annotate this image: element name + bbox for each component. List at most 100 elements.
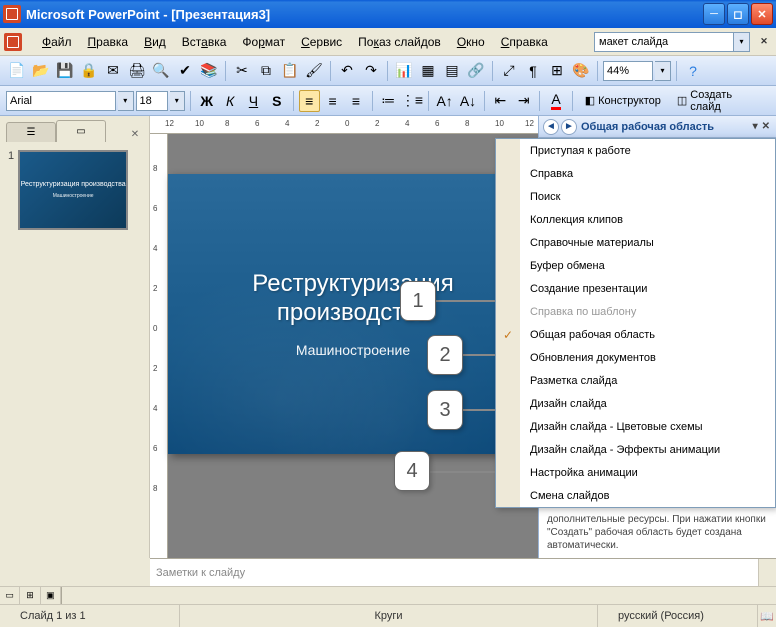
taskpane-menu-item[interactable]: ✓Общая рабочая область: [496, 323, 775, 346]
increase-indent-icon[interactable]: ⇥: [513, 90, 534, 112]
print-icon[interactable]: 🖨: [126, 60, 148, 82]
menu-правка[interactable]: Правка: [80, 32, 137, 52]
chart-icon[interactable]: 📊: [393, 60, 415, 82]
view-buttons: ▭ ⊞ ▣: [0, 587, 62, 604]
taskpane-menu-item[interactable]: Дизайн слайда: [496, 392, 775, 415]
menu-bar: ФайлПравкаВидВставкаФорматСервисПоказ сл…: [0, 28, 776, 56]
grid-icon[interactable]: ⊞: [546, 60, 568, 82]
slide-panel-close[interactable]: ✕: [127, 126, 143, 142]
font-dropdown[interactable]: ▾: [118, 91, 134, 111]
taskpane-menu-item[interactable]: Справка: [496, 162, 775, 185]
taskpane-menu-item[interactable]: Дизайн слайда - Цветовые схемы: [496, 415, 775, 438]
bullets-icon[interactable]: ⋮≡: [401, 90, 423, 112]
color-icon[interactable]: 🎨: [570, 60, 592, 82]
hyperlink-icon[interactable]: 🔗: [465, 60, 487, 82]
menu-вид[interactable]: Вид: [136, 32, 174, 52]
help-icon[interactable]: ?: [682, 60, 704, 82]
taskpane-menu-item[interactable]: Буфер обмена: [496, 254, 775, 277]
notes-pane: [150, 558, 776, 586]
help-search-input[interactable]: [594, 32, 734, 52]
taskpane-menu-item[interactable]: Приступая к работе: [496, 139, 775, 162]
taskpane-menu-item[interactable]: Смена слайдов: [496, 484, 775, 507]
notes-input[interactable]: [150, 559, 758, 586]
bold-icon[interactable]: Ж: [196, 90, 217, 112]
taskpane-menu-item[interactable]: Настройка анимации: [496, 461, 775, 484]
cut-icon[interactable]: ✂: [231, 60, 253, 82]
open-icon[interactable]: 📂: [30, 60, 52, 82]
horizontal-scrollbar[interactable]: [62, 587, 776, 604]
menu-сервис[interactable]: Сервис: [293, 32, 350, 52]
research-icon[interactable]: 📚: [198, 60, 220, 82]
help-search-dropdown[interactable]: ▾: [734, 32, 750, 52]
undo-icon[interactable]: ↶: [336, 60, 358, 82]
outline-tab[interactable]: ☰: [6, 122, 56, 142]
font-size-dropdown[interactable]: ▾: [170, 91, 186, 111]
menu-окно[interactable]: Окно: [449, 32, 493, 52]
decrease-font-icon[interactable]: A↓: [457, 90, 478, 112]
increase-font-icon[interactable]: A↑: [434, 90, 455, 112]
task-pane-forward-icon[interactable]: ►: [561, 119, 577, 135]
sorter-view-icon[interactable]: ⊞: [20, 587, 40, 604]
normal-view-icon[interactable]: ▭: [0, 587, 20, 604]
permission-icon[interactable]: 🔒: [78, 60, 100, 82]
zoom-dropdown[interactable]: ▾: [655, 61, 671, 81]
maximize-button[interactable]: ◻: [727, 3, 749, 25]
doc-close-button[interactable]: ✕: [756, 34, 772, 50]
menu-вставка[interactable]: Вставка: [174, 32, 235, 52]
taskpane-menu-item[interactable]: Разметка слайда: [496, 369, 775, 392]
menu-показ слайдов[interactable]: Показ слайдов: [350, 32, 449, 52]
save-icon[interactable]: 💾: [54, 60, 76, 82]
preview-icon[interactable]: 🔍: [150, 60, 172, 82]
status-spell-icon[interactable]: 📖: [758, 605, 776, 627]
taskpane-menu-item[interactable]: Обновления документов: [496, 346, 775, 369]
redo-icon[interactable]: ↷: [360, 60, 382, 82]
font-input[interactable]: [6, 91, 116, 111]
new-icon[interactable]: 📄: [6, 60, 28, 82]
align-center-icon[interactable]: ≡: [322, 90, 343, 112]
decrease-indent-icon[interactable]: ⇤: [490, 90, 511, 112]
task-pane-title[interactable]: Общая рабочая область: [581, 121, 751, 133]
taskpane-menu-item[interactable]: Коллекция клипов: [496, 208, 775, 231]
notes-scrollbar[interactable]: [758, 559, 776, 586]
spelling-icon[interactable]: ✔: [174, 60, 196, 82]
task-pane-dropdown-icon[interactable]: ▾: [751, 121, 760, 132]
expand-icon[interactable]: ⤢: [498, 60, 520, 82]
taskpane-menu-item[interactable]: Поиск: [496, 185, 775, 208]
taskpane-menu-item[interactable]: Справочные материалы: [496, 231, 775, 254]
numbering-icon[interactable]: ≔: [378, 90, 399, 112]
designer-button[interactable]: ◧ Конструктор: [578, 91, 668, 110]
align-right-icon[interactable]: ≡: [345, 90, 366, 112]
shadow-icon[interactable]: S: [266, 90, 287, 112]
slideshow-view-icon[interactable]: ▣: [41, 587, 61, 604]
taskpane-menu-item[interactable]: Создание презентации: [496, 277, 775, 300]
new-slide-button[interactable]: ◫ Создать слайд: [670, 86, 770, 116]
task-pane-back-icon[interactable]: ◄: [543, 119, 559, 135]
underline-icon[interactable]: Ч: [243, 90, 264, 112]
slide-canvas-area[interactable]: Реструктуризацияпроизводства Машинострое…: [168, 134, 538, 558]
show-formatting-icon[interactable]: ¶: [522, 60, 544, 82]
menu-справка[interactable]: Справка: [493, 32, 556, 52]
tables-borders-icon[interactable]: ▤: [441, 60, 463, 82]
font-size-input[interactable]: [136, 91, 168, 111]
copy-icon[interactable]: ⧉: [255, 60, 277, 82]
taskpane-menu-item[interactable]: Дизайн слайда - Эффекты анимации: [496, 438, 775, 461]
paste-icon[interactable]: 📋: [279, 60, 301, 82]
slides-tab[interactable]: ▭: [56, 120, 106, 142]
task-pane-close-icon[interactable]: ✕: [760, 121, 772, 132]
italic-icon[interactable]: К: [219, 90, 240, 112]
slide-thumbnail[interactable]: Реструктуризация производства Машиностро…: [18, 150, 128, 230]
minimize-button[interactable]: ─: [703, 3, 725, 25]
zoom-input[interactable]: [603, 61, 653, 81]
align-left-icon[interactable]: ≡: [299, 90, 320, 112]
font-color-icon[interactable]: A: [545, 90, 566, 112]
close-button[interactable]: ✕: [751, 3, 773, 25]
email-icon[interactable]: ✉: [102, 60, 124, 82]
menu-формат[interactable]: Формат: [234, 32, 293, 52]
table-icon[interactable]: ▦: [417, 60, 439, 82]
callout-4: 4: [394, 451, 430, 491]
thumb-subtitle: Машиностроение: [53, 193, 94, 199]
title-bar: Microsoft PowerPoint - [Презентация3] ─ …: [0, 0, 776, 28]
format-painter-icon[interactable]: 🖌: [303, 60, 325, 82]
slide[interactable]: Реструктуризацияпроизводства Машинострое…: [168, 174, 538, 454]
menu-файл[interactable]: Файл: [34, 32, 80, 52]
